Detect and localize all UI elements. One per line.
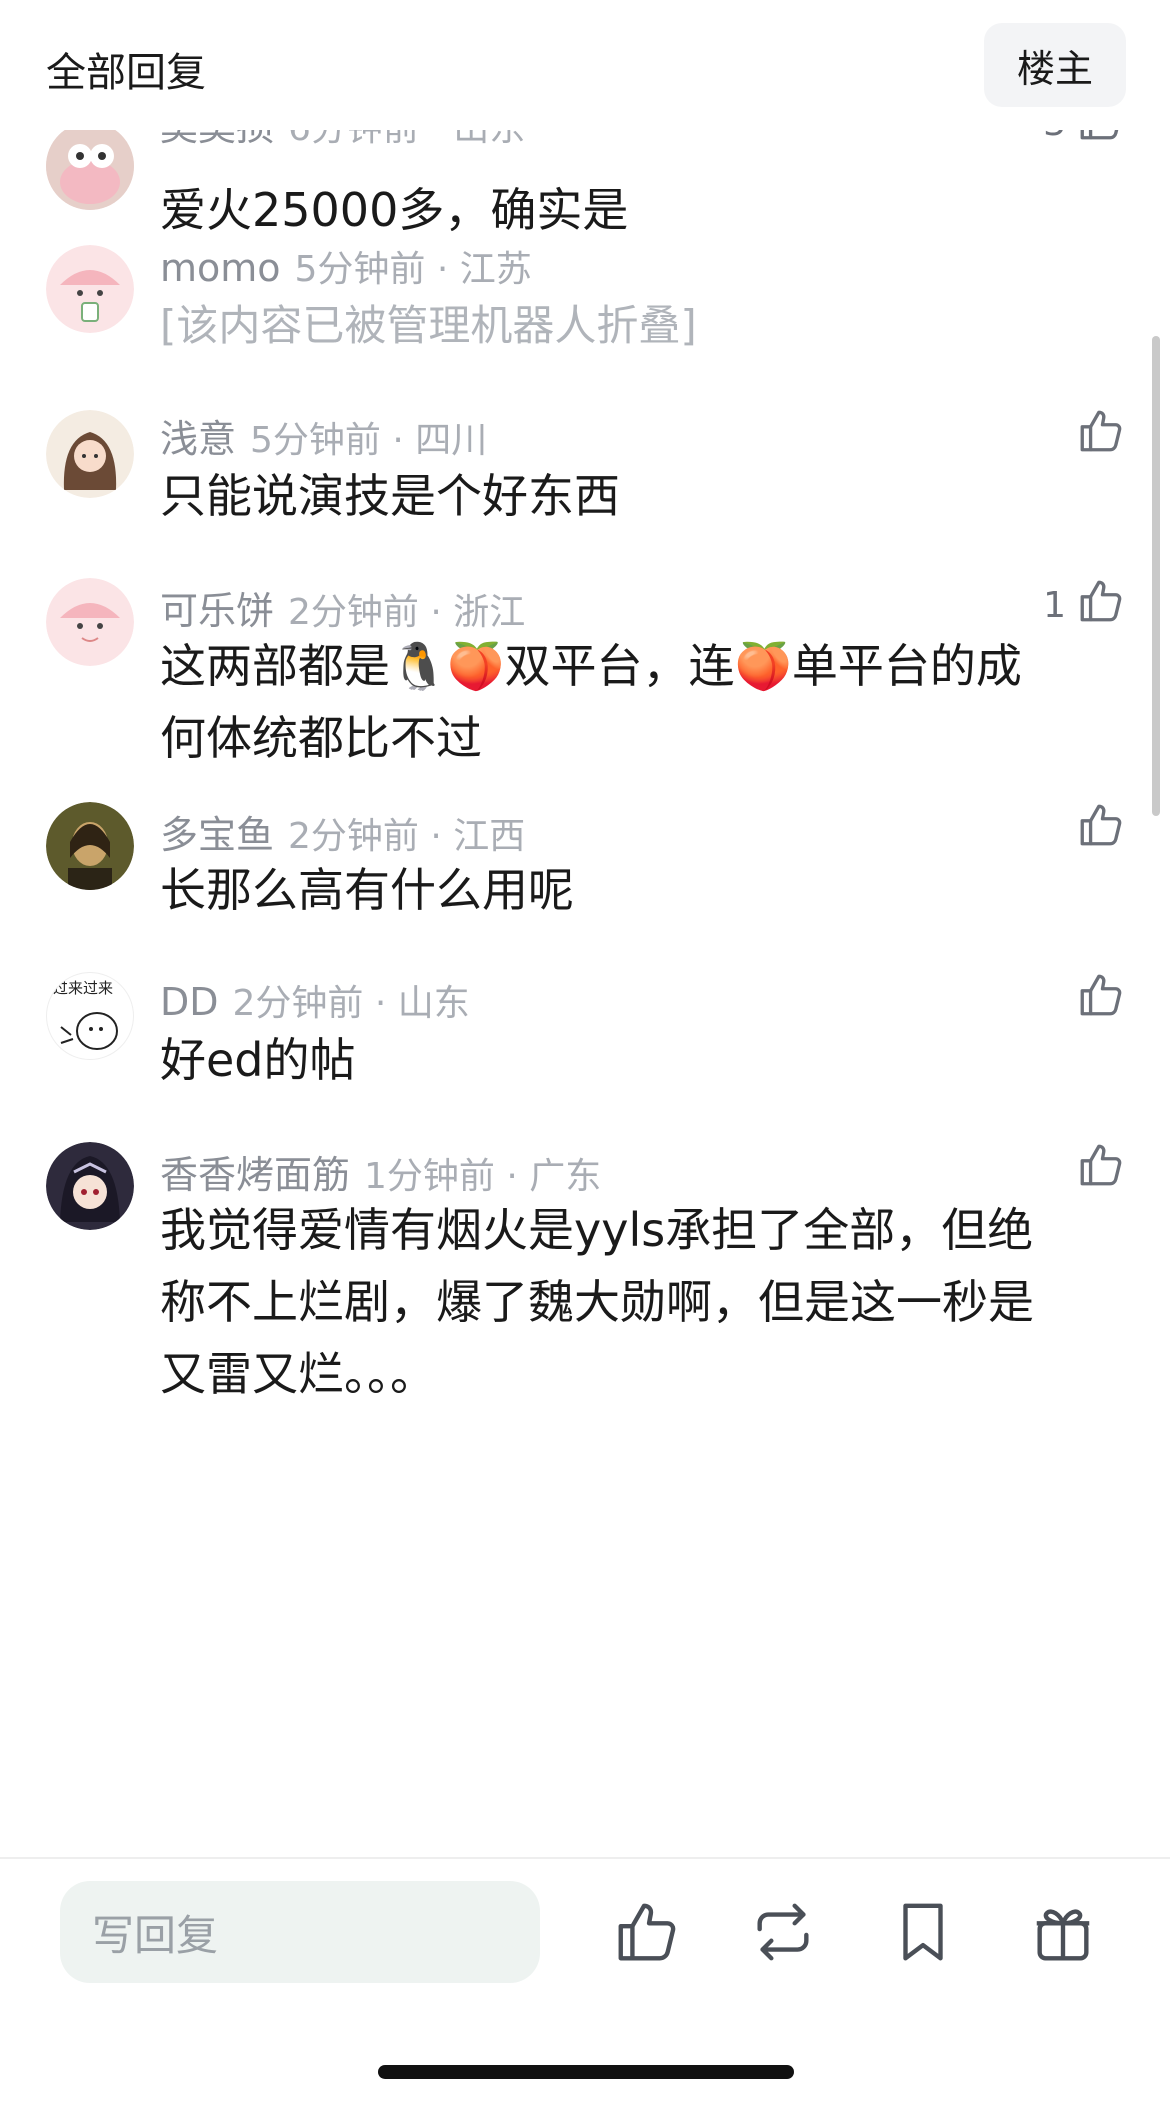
like-button[interactable] xyxy=(1066,1140,1126,1199)
username[interactable]: 香香烤面筋 xyxy=(160,1153,350,1197)
timestamp-location: 6分钟前 · 山东 xyxy=(288,130,525,149)
thumbs-up-icon xyxy=(1076,406,1126,465)
username[interactable]: 可乐饼 xyxy=(160,589,274,633)
username[interactable]: momo xyxy=(160,246,281,290)
like-button[interactable] xyxy=(1066,800,1126,859)
username[interactable]: 浅意 xyxy=(160,417,236,461)
comment-line: 称不上烂剧，爆了魏大勋啊，但是这一秒是 xyxy=(160,1275,1034,1329)
like-count: 1 xyxy=(1043,585,1066,626)
comment-meta: momo 5分钟前 · 江苏 xyxy=(160,240,532,290)
timestamp-location: 2分钟前 · 浙江 xyxy=(288,592,526,633)
avatar[interactable] xyxy=(46,410,134,498)
like-button[interactable] xyxy=(1066,406,1126,465)
timestamp-location: 5分钟前 · 四川 xyxy=(250,420,488,461)
comment-meta: DD 2分钟前 · 山东 xyxy=(160,974,470,1024)
thumbs-up-icon xyxy=(1076,576,1126,635)
gift-icon[interactable] xyxy=(1028,1897,1098,1967)
timestamp-location: 1分钟前 · 广东 xyxy=(364,1156,602,1197)
comment-line: 又雷又烂。。。 xyxy=(160,1347,436,1401)
bookmark-icon[interactable] xyxy=(888,1897,958,1967)
thumbs-up-icon xyxy=(1076,1140,1126,1199)
comment-line: 这两部都是🐧🍑双平台，连🍑单平台的成 xyxy=(160,639,1022,693)
username[interactable]: 莫莫损 xyxy=(160,130,274,149)
thumbs-up-icon[interactable] xyxy=(612,1897,682,1967)
bottom-action-bar: 写回复 xyxy=(0,1857,1170,2105)
comment-text: 长那么高有什么用呢 xyxy=(160,863,574,917)
folded-notice: [该内容已被管理机器人折叠] xyxy=(160,301,697,350)
avatar[interactable] xyxy=(46,245,134,333)
username[interactable]: DD xyxy=(160,980,219,1024)
comment-list[interactable]: 莫莫损 6分钟前 · 山东 3 爱火25000多，确实是 momo 5分钟前 · 江… xyxy=(0,130,1170,1857)
avatar[interactable] xyxy=(46,802,134,890)
home-indicator[interactable] xyxy=(378,2065,794,2079)
op-only-button[interactable]: 楼主 xyxy=(984,23,1126,107)
scrollbar[interactable] xyxy=(1152,336,1160,816)
comment-meta: 浅意 5分钟前 · 四川 xyxy=(160,408,488,461)
avatar[interactable] xyxy=(46,1142,134,1230)
like-button[interactable] xyxy=(1066,970,1126,1029)
comment-text: 好ed的帖 xyxy=(160,1033,356,1087)
timestamp-location: 2分钟前 · 山东 xyxy=(232,983,470,1024)
timestamp-location: 5分钟前 · 江苏 xyxy=(294,249,532,290)
header: 全部回复 楼主 xyxy=(0,0,1170,130)
username[interactable]: 多宝鱼 xyxy=(160,813,274,857)
comment-text: 我觉得爱情有烟火是yyls承担了全部，但绝 称不上烂剧，爆了魏大勋啊，但是这一秒… xyxy=(160,1194,1110,1410)
avatar[interactable] xyxy=(46,578,134,666)
comment-meta: 可乐饼 2分钟前 · 浙江 xyxy=(160,580,526,633)
thumbs-up-icon xyxy=(1076,970,1126,1029)
like-count: 3 xyxy=(1043,130,1066,144)
thumbs-up-icon xyxy=(1076,800,1126,859)
like-button[interactable]: 1 xyxy=(1043,576,1126,635)
like-button[interactable]: 3 xyxy=(1043,130,1126,153)
comment-text: 这两部都是🐧🍑双平台，连🍑单平台的成 何体统都比不过 xyxy=(160,630,1110,774)
avatar[interactable] xyxy=(46,130,134,210)
comment-text: 爱火25000多，确实是 xyxy=(160,183,629,237)
comment-text: 只能说演技是个好东西 xyxy=(160,469,620,523)
avatar-caption: 过来过来 xyxy=(53,979,114,997)
comment-meta: 香香烤面筋 1分钟前 · 广东 xyxy=(160,1144,602,1197)
reply-input[interactable]: 写回复 xyxy=(60,1881,540,1983)
comment-line: 何体统都比不过 xyxy=(160,711,482,765)
avatar[interactable]: 过来过来 xyxy=(46,972,134,1060)
comment-meta: 多宝鱼 2分钟前 · 江西 xyxy=(160,804,526,857)
page-title: 全部回复 xyxy=(46,50,206,96)
thumbs-up-icon xyxy=(1076,130,1126,153)
comment-meta: 莫莫损 6分钟前 · 山东 xyxy=(160,130,525,149)
comment-line: 我觉得爱情有烟火是yyls承担了全部，但绝 xyxy=(160,1203,1034,1257)
repost-icon[interactable] xyxy=(748,1897,818,1967)
timestamp-location: 2分钟前 · 江西 xyxy=(288,816,526,857)
